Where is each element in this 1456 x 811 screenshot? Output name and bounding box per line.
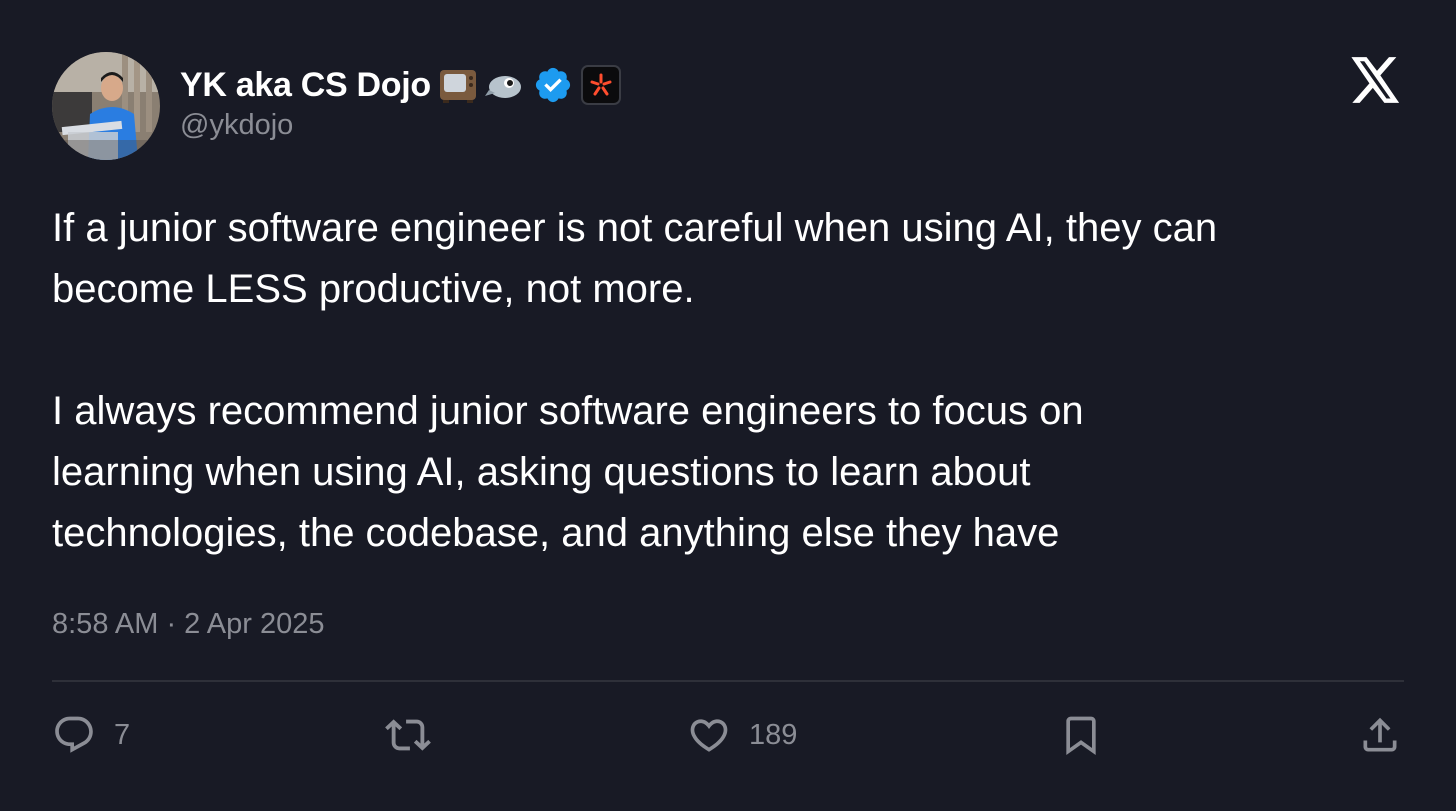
heart-icon (687, 713, 731, 757)
bookmark-icon (1059, 713, 1103, 757)
author-name-row: YK aka CS Dojo (180, 62, 621, 108)
tweet-line: If a junior software engineer is not car… (52, 206, 1218, 250)
repost-button[interactable] (385, 712, 449, 758)
tweet-line: technologies, the codebase, and anything… (52, 511, 1060, 555)
tweet-line: become LESS productive, not more. (52, 267, 695, 311)
author-avatar[interactable] (52, 52, 160, 160)
tweet-line: learning when using AI, asking questions… (52, 450, 1031, 494)
divider (52, 680, 1404, 682)
reply-count: 7 (114, 718, 131, 751)
verified-badge-icon[interactable] (533, 65, 573, 105)
like-count: 189 (749, 718, 798, 751)
reply-button[interactable]: 7 (52, 712, 130, 758)
bookmark-button[interactable] (1059, 712, 1103, 758)
like-button[interactable]: 189 (687, 712, 797, 758)
tweet-timestamp[interactable]: 8:58 AM · 2 Apr 2025 (52, 608, 324, 641)
tv-icon (439, 66, 477, 104)
avatar-image (52, 52, 160, 160)
affiliate-badge-icon[interactable] (580, 65, 621, 105)
author-display-name[interactable]: YK aka CS Dojo (180, 66, 431, 105)
share-icon (1358, 713, 1402, 757)
tweet-line: I always recommend junior software engin… (52, 389, 1084, 433)
share-button[interactable] (1358, 712, 1402, 758)
reply-icon (52, 713, 96, 757)
x-logo-icon[interactable] (1351, 57, 1401, 103)
tweet-text: If a junior software engineer is not car… (52, 198, 1422, 564)
repost-icon (385, 712, 431, 758)
author-handle[interactable]: @ykdojo (180, 109, 293, 142)
bird-icon (484, 66, 525, 104)
